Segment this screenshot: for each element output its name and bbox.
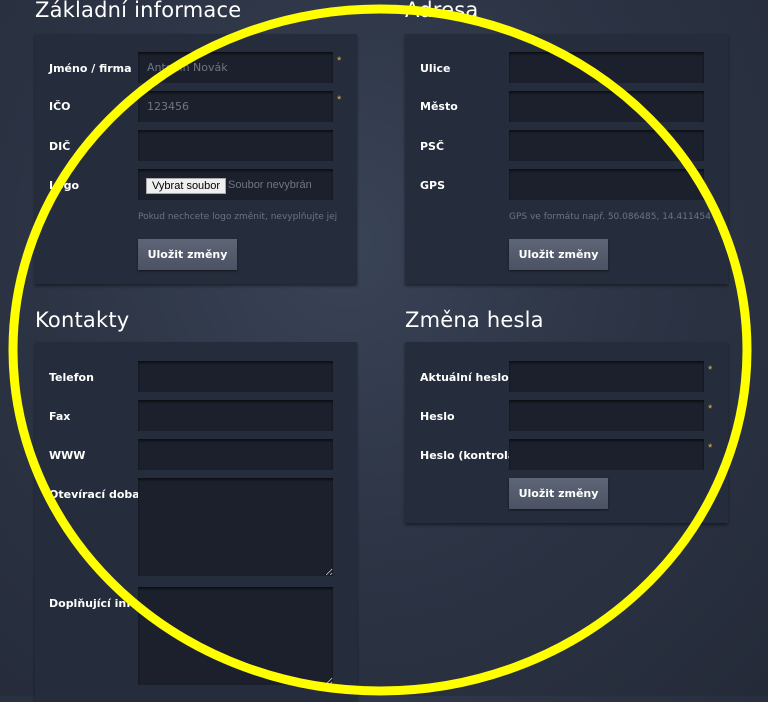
city-label: Město xyxy=(420,100,458,113)
name-input[interactable] xyxy=(138,52,333,83)
city-input[interactable] xyxy=(509,91,704,122)
zip-input[interactable] xyxy=(509,130,704,161)
save-password-button[interactable]: Uložit změny xyxy=(509,478,608,509)
dic-input[interactable] xyxy=(138,130,333,161)
www-input[interactable] xyxy=(138,439,333,470)
required-marker: * xyxy=(337,94,342,106)
new-password-input[interactable] xyxy=(509,400,704,431)
fax-label: Fax xyxy=(49,410,71,423)
dic-label: DIČ xyxy=(49,140,71,153)
confirm-password-input[interactable] xyxy=(509,439,704,470)
gps-label: GPS xyxy=(420,179,446,192)
new-password-label: Heslo xyxy=(420,410,455,423)
ico-label: IČO xyxy=(49,100,71,113)
required-marker: * xyxy=(708,403,713,415)
street-input[interactable] xyxy=(509,52,704,83)
choose-file-button[interactable]: Vybrat soubor xyxy=(146,178,227,194)
www-label: WWW xyxy=(49,449,86,462)
phone-input[interactable] xyxy=(138,361,333,392)
phone-label: Telefon xyxy=(49,371,94,384)
opening-hours-label: Otevírací doba xyxy=(49,488,140,501)
required-marker: * xyxy=(708,364,713,376)
fax-input[interactable] xyxy=(138,400,333,431)
opening-hours-textarea[interactable] xyxy=(138,478,333,576)
current-password-label: Aktuální heslo xyxy=(420,371,509,384)
required-marker: * xyxy=(337,55,342,67)
required-marker: * xyxy=(708,442,713,454)
address-heading: Adresa xyxy=(405,0,479,22)
logo-hint: Pokud nechcete logo změnit, nevyplňujte … xyxy=(138,212,338,222)
zip-label: PSČ xyxy=(420,140,445,153)
save-basic-button[interactable]: Uložit změny xyxy=(138,239,237,270)
basic-info-heading: Základní informace xyxy=(35,0,242,22)
current-password-input[interactable] xyxy=(509,361,704,392)
gps-hint: GPS ve formátu např. 50.086485, 14.41145… xyxy=(509,212,711,222)
gps-input[interactable] xyxy=(509,169,704,200)
save-address-button[interactable]: Uložit změny xyxy=(509,239,608,270)
extra-info-label: Doplňující info xyxy=(49,597,139,610)
password-heading: Změna hesla xyxy=(405,308,544,332)
ico-input[interactable] xyxy=(138,91,333,122)
contacts-heading: Kontakty xyxy=(35,308,130,332)
street-label: Ulice xyxy=(420,62,451,75)
name-label: Jméno / firma xyxy=(49,62,132,75)
confirm-password-label: Heslo (kontrola) xyxy=(420,449,521,462)
extra-info-textarea[interactable] xyxy=(138,587,333,685)
file-status: Soubor nevybrán xyxy=(228,179,312,191)
logo-label: Logo xyxy=(49,179,79,192)
